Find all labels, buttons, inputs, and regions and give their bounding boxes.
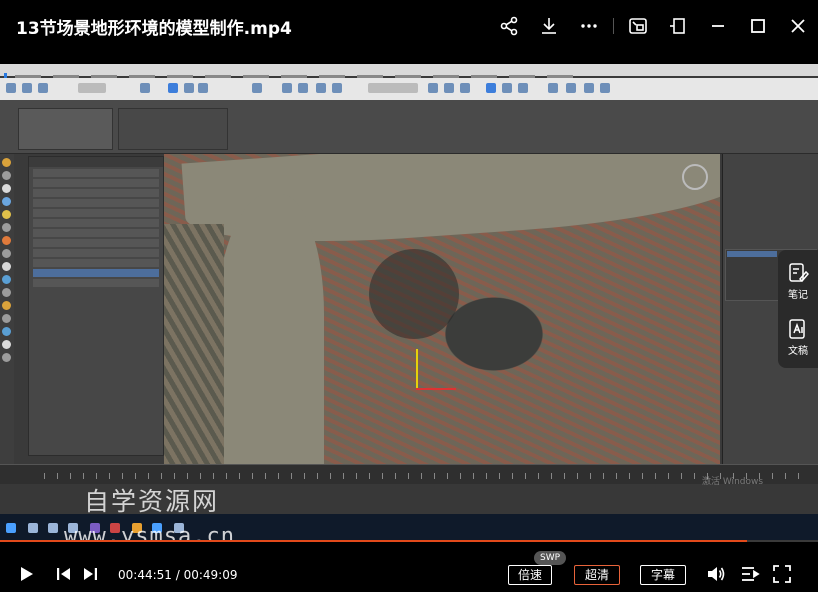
- transcript-label: 文稿: [788, 346, 808, 357]
- download-icon[interactable]: [529, 6, 569, 46]
- app-menubar: [0, 64, 818, 79]
- current-time: 00:44:51: [118, 568, 172, 582]
- picture-in-picture-icon[interactable]: [618, 6, 658, 46]
- side-panel: 笔记 文稿: [778, 250, 818, 368]
- left-toolstrip: [0, 154, 14, 484]
- viewcube-compass-icon: [682, 164, 708, 190]
- next-icon[interactable]: [80, 564, 100, 584]
- pin-icon[interactable]: [658, 6, 698, 46]
- maximize-icon[interactable]: [738, 6, 778, 46]
- player-controls: 00:44:51 / 00:49:09 倍速 SWP 超清 字幕: [0, 551, 818, 592]
- app-ribbon: [0, 100, 818, 154]
- transcript-button[interactable]: 文稿: [778, 310, 818, 362]
- app-toolbar: [0, 78, 818, 100]
- fullscreen-icon[interactable]: [772, 564, 792, 584]
- notes-button[interactable]: 笔记: [778, 254, 818, 306]
- subtitle-button[interactable]: 字幕: [640, 565, 686, 585]
- divider: [613, 18, 614, 34]
- time-separator: /: [171, 568, 184, 582]
- previous-icon[interactable]: [54, 564, 74, 584]
- play-icon[interactable]: [16, 564, 36, 584]
- windows-activate-text: 激活 Windows: [702, 477, 764, 487]
- notes-label: 笔记: [788, 290, 808, 301]
- progress-fill: [0, 540, 747, 542]
- speed-button[interactable]: 倍速: [508, 565, 552, 585]
- duration: 00:49:09: [183, 568, 238, 582]
- more-icon[interactable]: [569, 6, 609, 46]
- note-edit-icon: [789, 263, 809, 283]
- scene-explorer: [28, 156, 164, 456]
- window-controls: [489, 0, 818, 52]
- playlist-icon[interactable]: [740, 564, 760, 584]
- speed-badge: SWP: [534, 551, 567, 565]
- time-display: 00:44:51 / 00:49:09: [118, 568, 237, 582]
- quality-button[interactable]: 超清: [574, 565, 620, 585]
- video-frame[interactable]: 激活 Windows 自学资源网 www.ysmsa.cn: [0, 64, 818, 542]
- map-viewport: [164, 154, 720, 464]
- close-icon[interactable]: [778, 6, 818, 46]
- timeline-track: [0, 464, 818, 484]
- watermark-cn: 自学资源网: [84, 487, 220, 516]
- title-bar: 13节场景地形环境的模型制作.mp4: [0, 0, 818, 52]
- video-title: 13节场景地形环境的模型制作.mp4: [16, 19, 292, 39]
- share-icon[interactable]: [489, 6, 529, 46]
- transcript-ai-icon: [789, 319, 805, 339]
- progress-bar[interactable]: [0, 540, 818, 542]
- volume-icon[interactable]: [706, 564, 726, 584]
- minimize-icon[interactable]: [698, 6, 738, 46]
